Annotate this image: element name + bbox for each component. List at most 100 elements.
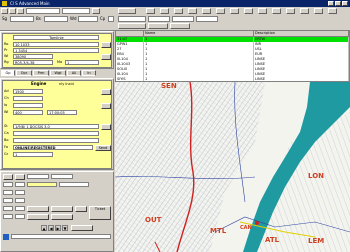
- toolbar-btn-15[interactable]: [272, 8, 281, 14]
- ctrl-field-3[interactable]: [3, 182, 13, 187]
- minimize-button[interactable]: [328, 1, 334, 6]
- toolbar-btn-4[interactable]: [92, 8, 100, 14]
- column-header-description[interactable]: Description: [254, 31, 349, 36]
- ctrl-field-11[interactable]: [3, 206, 13, 211]
- gr-field[interactable]: 1: [13, 152, 53, 157]
- ctrl-field-10[interactable]: [15, 198, 25, 203]
- toolbar-input-1[interactable]: [26, 8, 60, 14]
- ctrl-btn-6[interactable]: [27, 214, 49, 220]
- toolbar-input-2[interactable]: [62, 8, 90, 14]
- device-info-panel: Tomlinle Ro 10 1033 Pr 1 3454 Wi 38090 R…: [0, 31, 114, 69]
- toolbar-btn-16[interactable]: [286, 8, 295, 14]
- map-label-sen: SEN: [161, 82, 177, 90]
- label-gr: Gr: [4, 152, 9, 156]
- toolbar-btn-21[interactable]: [148, 23, 168, 29]
- toolbar-btn-8[interactable]: [174, 8, 183, 14]
- ctrl-field-7[interactable]: [3, 190, 13, 195]
- wi2-field[interactable]: 400: [13, 110, 43, 115]
- ctrl-field-5[interactable]: [27, 182, 57, 187]
- toolbar-field-a[interactable]: [118, 16, 146, 22]
- toolbar-btn-19[interactable]: [328, 8, 337, 14]
- ctrl-btn-7[interactable]: [51, 214, 73, 220]
- ctrl-field-6[interactable]: [59, 182, 89, 187]
- tab-in[interactable]: In: [82, 70, 96, 76]
- ch-field[interactable]: [13, 96, 43, 101]
- ctrl-btn-3[interactable]: [27, 206, 49, 212]
- arrow-right-icon[interactable]: ▶: [55, 225, 61, 231]
- tab-prm[interactable]: Prm: [33, 70, 49, 76]
- arrow-up-icon[interactable]: ▲: [41, 225, 47, 231]
- lookup-button-1[interactable]: [101, 42, 111, 48]
- column-header-1[interactable]: [116, 31, 144, 36]
- ctrl-btn-1[interactable]: [3, 174, 13, 180]
- map-canvas[interactable]: [115, 82, 350, 252]
- toolbar-btn-13[interactable]: [244, 8, 253, 14]
- toolbar-btn-22[interactable]: [170, 23, 190, 29]
- close-button[interactable]: [342, 1, 348, 6]
- ticket-button[interactable]: Ticket: [89, 206, 111, 220]
- arrow-left-icon[interactable]: ◀: [48, 225, 54, 231]
- ctrl-field-1[interactable]: [27, 174, 49, 179]
- engine-side-button-2[interactable]: [101, 103, 111, 109]
- toolbar-btn-10[interactable]: [202, 8, 211, 14]
- window-title: Cl S Advanced Main: [10, 1, 50, 6]
- io-field[interactable]: [13, 103, 43, 108]
- tab-opr[interactable]: Opr: [16, 70, 32, 76]
- time-field[interactable]: 17:00:05: [47, 110, 77, 115]
- toolbar-field-b[interactable]: [148, 16, 170, 22]
- toolbar-btn-6[interactable]: [146, 8, 155, 14]
- tab-wgt[interactable]: Wgt: [50, 70, 66, 76]
- send-button[interactable]: Send: [95, 145, 111, 151]
- ctrl-field-9[interactable]: [3, 198, 13, 203]
- ctrl-field-2[interactable]: [51, 174, 73, 179]
- toolbar-field-sg[interactable]: [10, 16, 34, 22]
- tab-gp[interactable]: Gp: [1, 70, 15, 76]
- tab-all[interactable]: All: [67, 70, 81, 76]
- toolbar-field-d[interactable]: [196, 16, 218, 22]
- toolbar-btn-5[interactable]: [118, 8, 136, 14]
- toolbar-btn-11[interactable]: [216, 8, 225, 14]
- column-header-name[interactable]: Name: [144, 31, 254, 36]
- arrow-down-icon[interactable]: ▼: [62, 225, 68, 231]
- ctrl-field-8[interactable]: [15, 190, 25, 195]
- toolbar-btn-9[interactable]: [188, 8, 197, 14]
- engine-side-button-3[interactable]: [101, 124, 111, 130]
- rg-field[interactable]: R05-3/4-38: [13, 60, 53, 65]
- lookup-button-2[interactable]: [101, 54, 111, 60]
- bo-field[interactable]: [13, 138, 99, 143]
- engine-side-button-1[interactable]: [101, 89, 111, 95]
- toolbar-field-wd[interactable]: [78, 16, 98, 22]
- toolbar-btn-14[interactable]: [258, 8, 267, 14]
- ca-field[interactable]: [13, 131, 99, 136]
- toolbar-field-cp[interactable]: [108, 16, 114, 22]
- fo-field[interactable]: ONLINE/REGISTERED: [13, 145, 93, 150]
- toolbar-btn-7[interactable]: [160, 8, 169, 14]
- toolbar-field-bs[interactable]: [44, 16, 68, 22]
- toolbar-btn-12[interactable]: [230, 8, 239, 14]
- toolbar-btn-18[interactable]: [314, 8, 323, 14]
- ctrl-btn-4[interactable]: [51, 206, 73, 212]
- toolbar-btn-3[interactable]: [17, 8, 24, 14]
- ma-field[interactable]: 1: [65, 60, 99, 65]
- st-field[interactable]: 1/9/8/ 1 DOCSIS 3.0: [13, 124, 99, 129]
- ctrl-field-14[interactable]: [15, 214, 25, 219]
- title-field[interactable]: Tomlinle: [13, 35, 99, 40]
- label-wi: Wi: [4, 54, 9, 58]
- ctrl-field-4[interactable]: [15, 182, 25, 187]
- toolbar-btn-1[interactable]: [1, 8, 8, 14]
- toolbar-btn-17[interactable]: [300, 8, 309, 14]
- ctrl-btn-2[interactable]: [15, 174, 25, 180]
- ad-field[interactable]: 1500: [13, 89, 43, 94]
- ro-field[interactable]: 10 1033: [13, 42, 99, 47]
- toolbar-field-c[interactable]: [172, 16, 194, 22]
- wi-field[interactable]: 38090: [13, 54, 53, 59]
- ctrl-btn-8[interactable]: [71, 225, 93, 231]
- ctrl-field-12[interactable]: [15, 206, 25, 211]
- pr-field[interactable]: 1 3454: [13, 48, 99, 53]
- toolbar-btn-2[interactable]: [9, 8, 16, 14]
- ctrl-btn-5[interactable]: [75, 206, 87, 212]
- toolbar-btn-20[interactable]: [118, 23, 146, 29]
- ctrl-field-13[interactable]: [3, 214, 13, 219]
- map-view[interactable]: SEN LON OUT ATL MTL LEM CAN: [115, 82, 350, 252]
- maximize-button[interactable]: [335, 1, 341, 6]
